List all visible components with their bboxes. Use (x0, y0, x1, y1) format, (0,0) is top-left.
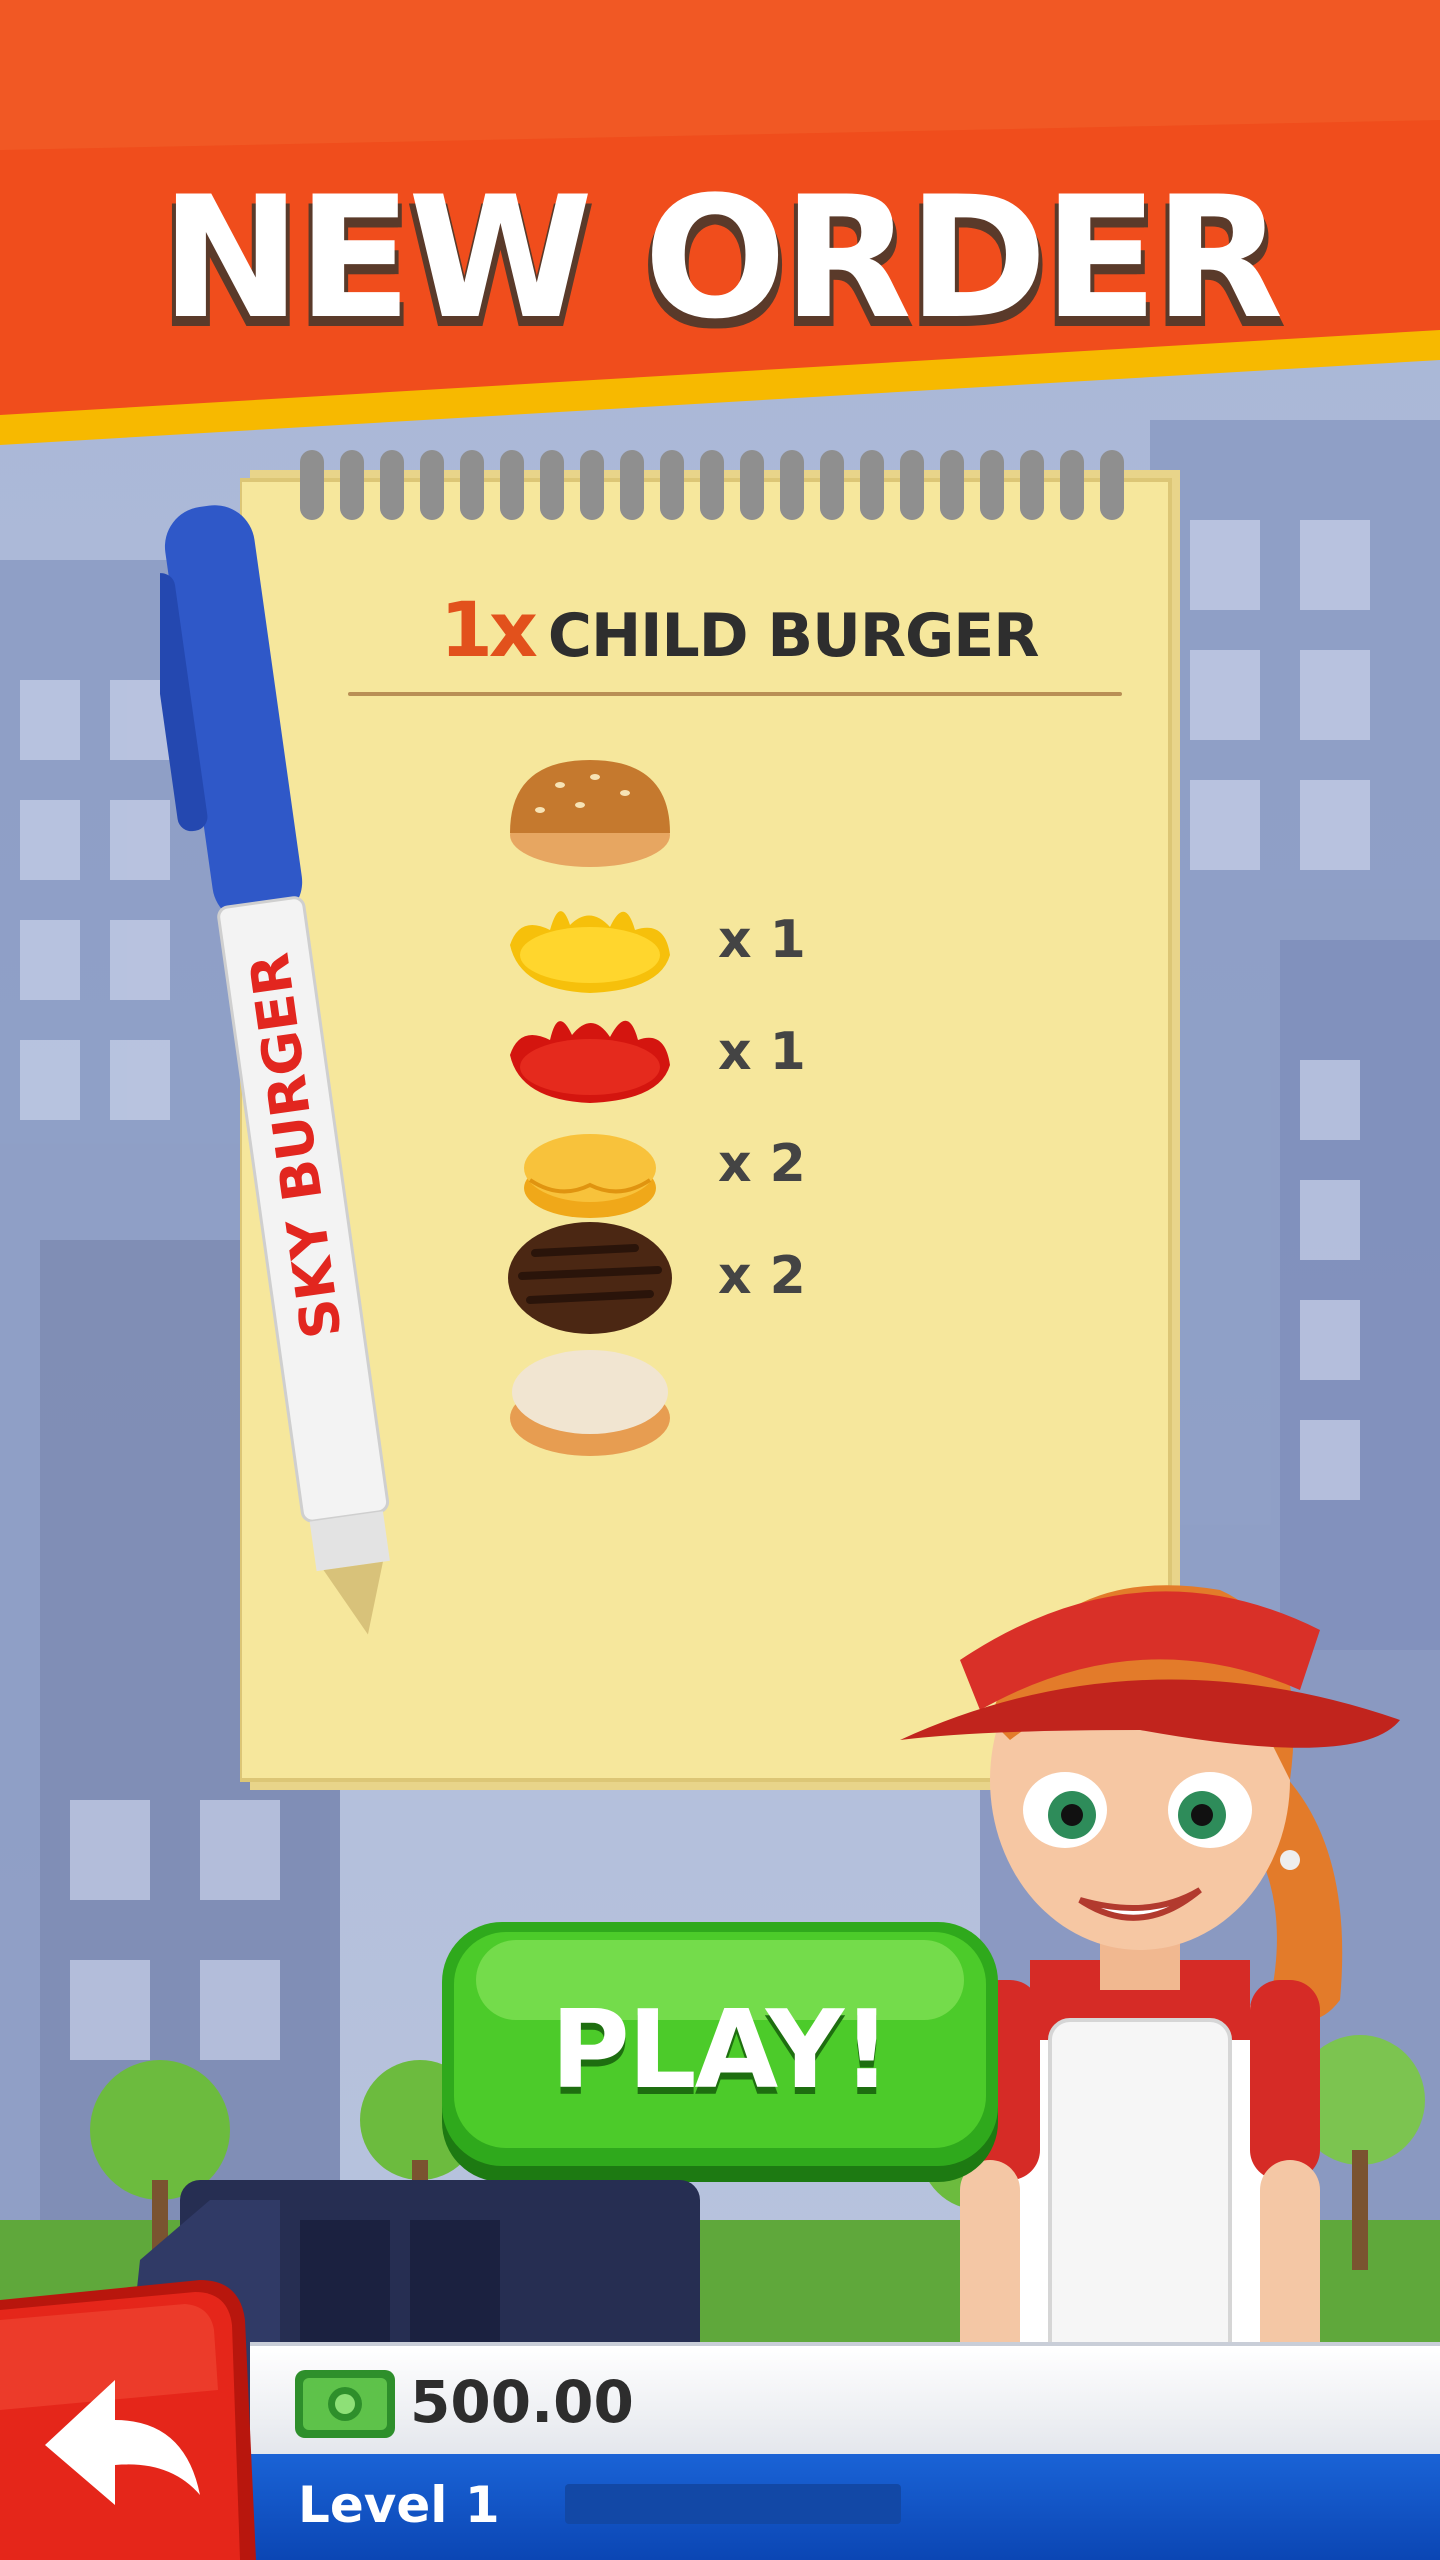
order-quantity: 1x (440, 585, 538, 674)
level-label: Level 1 (298, 2476, 500, 2534)
order-divider (348, 692, 1122, 696)
pen-icon: SKY BURGER (160, 505, 390, 1635)
cheese-icon (524, 1134, 656, 1218)
ketchup-count: x 1 (718, 1022, 806, 1082)
play-button-label: PLAY! (550, 1988, 892, 2113)
page-title: NEW ORDER (160, 160, 1284, 356)
back-button[interactable] (0, 2270, 256, 2560)
ketchup-icon (510, 1020, 670, 1103)
order-name: CHILD BURGER (547, 601, 1040, 671)
order-title: 1x CHILD BURGER (440, 585, 1039, 674)
level-progress-bar (565, 2484, 901, 2524)
cheese-count: x 2 (718, 1134, 806, 1194)
mustard-count: x 1 (718, 910, 806, 970)
patty-count: x 2 (718, 1246, 806, 1306)
bottom-bun-icon (510, 1350, 670, 1456)
money-value: 500.00 (410, 2368, 634, 2436)
mustard-icon (510, 911, 670, 993)
patty-icon (508, 1222, 672, 1334)
cash-icon (295, 2370, 395, 2438)
top-bun-icon (510, 760, 670, 867)
